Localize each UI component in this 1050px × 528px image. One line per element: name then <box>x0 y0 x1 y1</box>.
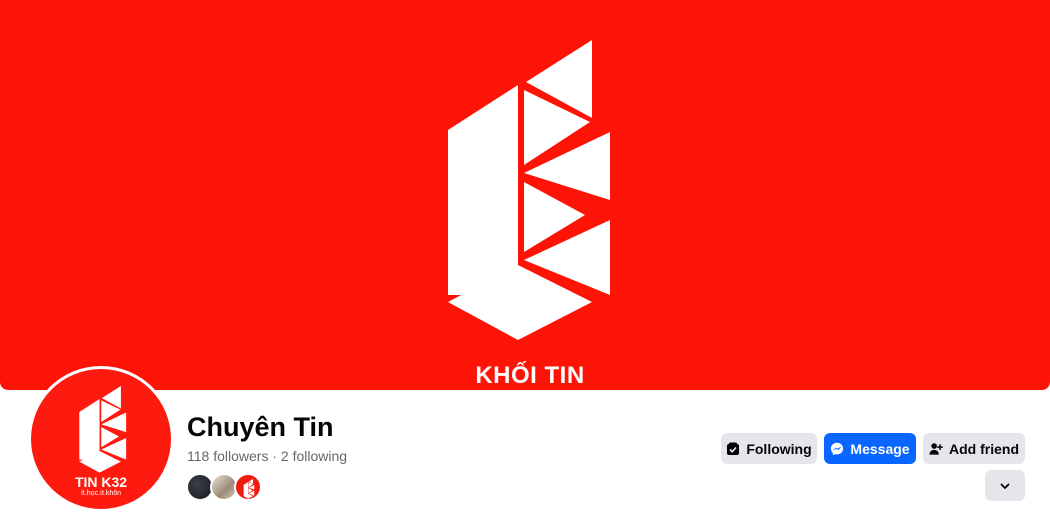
following-check-icon <box>726 442 740 456</box>
followers-link[interactable]: 118 followers <box>187 448 268 464</box>
following-button[interactable]: Following <box>721 433 817 464</box>
cover-photo[interactable]: KHỐI TIN <box>0 0 1050 390</box>
add-friend-button[interactable]: Add friend <box>923 433 1025 464</box>
avatar-logo-icon <box>79 385 127 473</box>
friend-avatar-logo-icon <box>243 479 255 499</box>
following-link[interactable]: 2 following <box>281 448 347 464</box>
avatar-title: TIN K32 <box>74 474 128 490</box>
add-friend-button-label: Add friend <box>949 440 1019 457</box>
profile-name[interactable]: Chuyên Tin <box>187 412 334 443</box>
message-button[interactable]: Message <box>824 433 916 464</box>
messenger-icon <box>830 442 844 456</box>
following-button-label: Following <box>746 440 812 457</box>
avatar-subtitle: ít.học.ít.khôn <box>80 490 122 497</box>
profile-page: KHỐI TIN TIN K32 ít.học.ít.khôn Chuyên T… <box>0 0 1050 528</box>
profile-stats: 118 followers · 2 following <box>187 448 347 464</box>
cover-caption: KHỐI TIN <box>475 362 585 389</box>
khoi-tin-logo <box>448 40 610 340</box>
profile-avatar[interactable]: TIN K32 ít.học.ít.khôn <box>28 366 174 512</box>
chevron-down-icon <box>998 479 1012 493</box>
stats-separator: · <box>272 448 278 464</box>
avatar-image: TIN K32 ít.học.ít.khôn <box>31 369 171 509</box>
more-options-button[interactable] <box>985 470 1025 501</box>
message-button-label: Message <box>850 440 910 457</box>
friend-avatar[interactable] <box>234 473 262 501</box>
add-friend-icon <box>929 442 943 456</box>
